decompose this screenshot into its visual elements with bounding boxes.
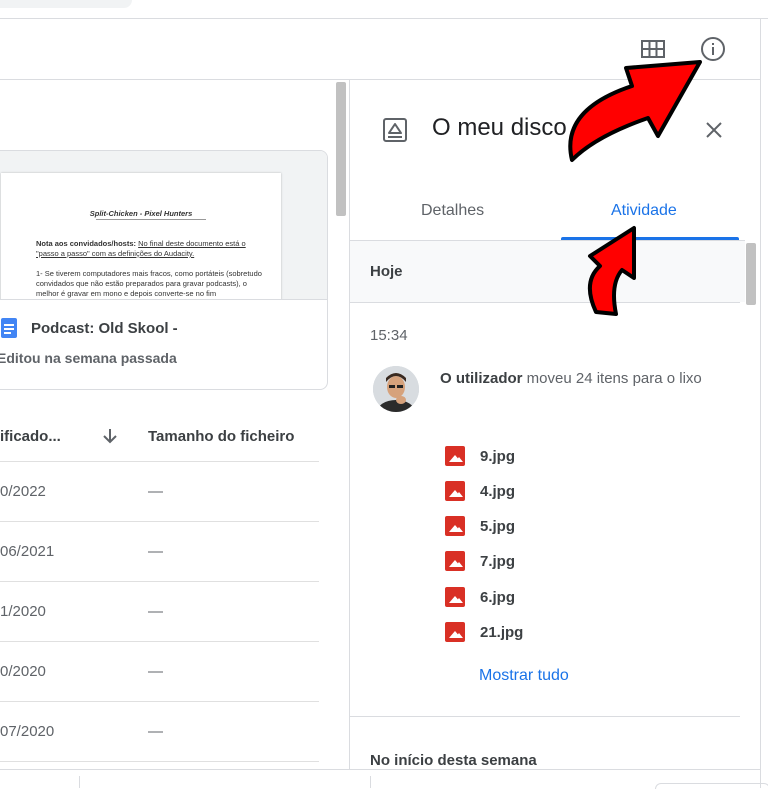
tab-details[interactable]: Detalhes — [421, 202, 484, 220]
image-file-icon — [445, 481, 465, 501]
activity-file[interactable]: 9.jpg — [445, 446, 515, 466]
column-modified[interactable]: ificado... — [0, 428, 61, 445]
file-card[interactable]: Split-Chicken - Pixel Hunters Nota aos c… — [0, 150, 328, 390]
header-divider — [0, 18, 768, 19]
activity-file-name: 9.jpg — [480, 447, 516, 465]
row-divider — [0, 761, 319, 762]
section-this-week: No início desta semana — [370, 752, 537, 769]
drive-icon — [381, 116, 409, 149]
row-divider — [0, 581, 319, 582]
section-divider — [350, 302, 740, 303]
doc-paragraph: 1- Se tiverem computadores mais fracos, … — [36, 269, 262, 298]
document-page: Split-Chicken - Pixel Hunters Nota aos c… — [1, 173, 281, 299]
row-divider — [0, 701, 319, 702]
bottom-separator — [79, 776, 80, 788]
activity-file-name: 4.jpg — [480, 482, 516, 500]
row-divider — [0, 461, 319, 462]
main-scrollbar[interactable] — [336, 82, 346, 216]
avatar — [373, 366, 419, 412]
bottom-separator — [370, 776, 371, 788]
image-file-icon — [445, 587, 465, 607]
annotation-arrow-activity — [588, 226, 636, 316]
today-section-bg — [350, 241, 745, 302]
section-divider — [350, 716, 740, 717]
activity-file[interactable]: 5.jpg — [445, 516, 515, 536]
image-file-icon — [445, 551, 465, 571]
row-size: — — [148, 663, 163, 680]
row-date: 1/2020 — [0, 603, 46, 620]
show-all-link[interactable]: Mostrar tudo — [479, 667, 569, 685]
activity-file-name: 7.jpg — [480, 552, 516, 570]
activity-action: moveu 24 itens para o lixo — [526, 370, 702, 387]
file-subtitle: Editou na semana passada — [0, 350, 177, 366]
row-size: — — [148, 603, 163, 620]
section-today: Hoje — [370, 263, 403, 280]
bottom-bar — [0, 770, 760, 788]
activity-description: O utilizador moveu 24 itens para o lixo — [440, 366, 710, 391]
image-file-icon — [445, 516, 465, 536]
row-size: — — [148, 483, 163, 500]
row-divider — [0, 641, 319, 642]
activity-file[interactable]: 4.jpg — [445, 481, 515, 501]
row-date: 06/2021 — [0, 543, 55, 560]
panel-divider — [349, 79, 350, 769]
search-bar[interactable] — [0, 0, 132, 8]
doc-title-underline — [96, 219, 206, 220]
activity-file-name: 6.jpg — [480, 588, 516, 606]
row-size: — — [148, 723, 163, 740]
activity-file[interactable]: 6.jpg — [445, 587, 515, 607]
row-size: — — [148, 543, 163, 560]
annotation-arrow-info — [568, 60, 702, 162]
activity-actor: O utilizador — [440, 370, 523, 387]
row-date: 0/2020 — [0, 663, 46, 680]
panel-scrollbar[interactable] — [746, 243, 756, 305]
sort-arrow-down-icon[interactable] — [100, 426, 120, 451]
doc-note: Nota aos convidados/hosts: No final dest… — [36, 239, 266, 259]
file-name: Podcast: Old Skool - — [1, 318, 178, 338]
doc-note-bold: Nota aos convidados/hosts: — [36, 239, 137, 248]
tab-activity[interactable]: Atividade — [611, 202, 677, 220]
doc-title: Split-Chicken - Pixel Hunters — [89, 209, 193, 218]
activity-file[interactable]: 7.jpg — [445, 551, 515, 571]
right-edge-divider — [760, 18, 761, 788]
activity-file-name: 21.jpg — [480, 623, 524, 641]
activity-time: 15:34 — [370, 327, 408, 344]
docs-icon — [1, 318, 17, 338]
image-file-icon — [445, 622, 465, 642]
column-size[interactable]: Tamanho do ficheiro — [148, 428, 294, 445]
row-date: 07/2020 — [0, 723, 55, 740]
activity-file-name: 5.jpg — [480, 517, 516, 535]
file-preview: Split-Chicken - Pixel Hunters Nota aos c… — [0, 151, 327, 300]
row-divider — [0, 521, 319, 522]
bottom-widget[interactable] — [655, 783, 768, 789]
image-file-icon — [445, 446, 465, 466]
row-date: 0/2022 — [0, 483, 46, 500]
activity-file[interactable]: 21.jpg — [445, 622, 523, 642]
file-name-label: Podcast: Old Skool - — [31, 319, 178, 337]
